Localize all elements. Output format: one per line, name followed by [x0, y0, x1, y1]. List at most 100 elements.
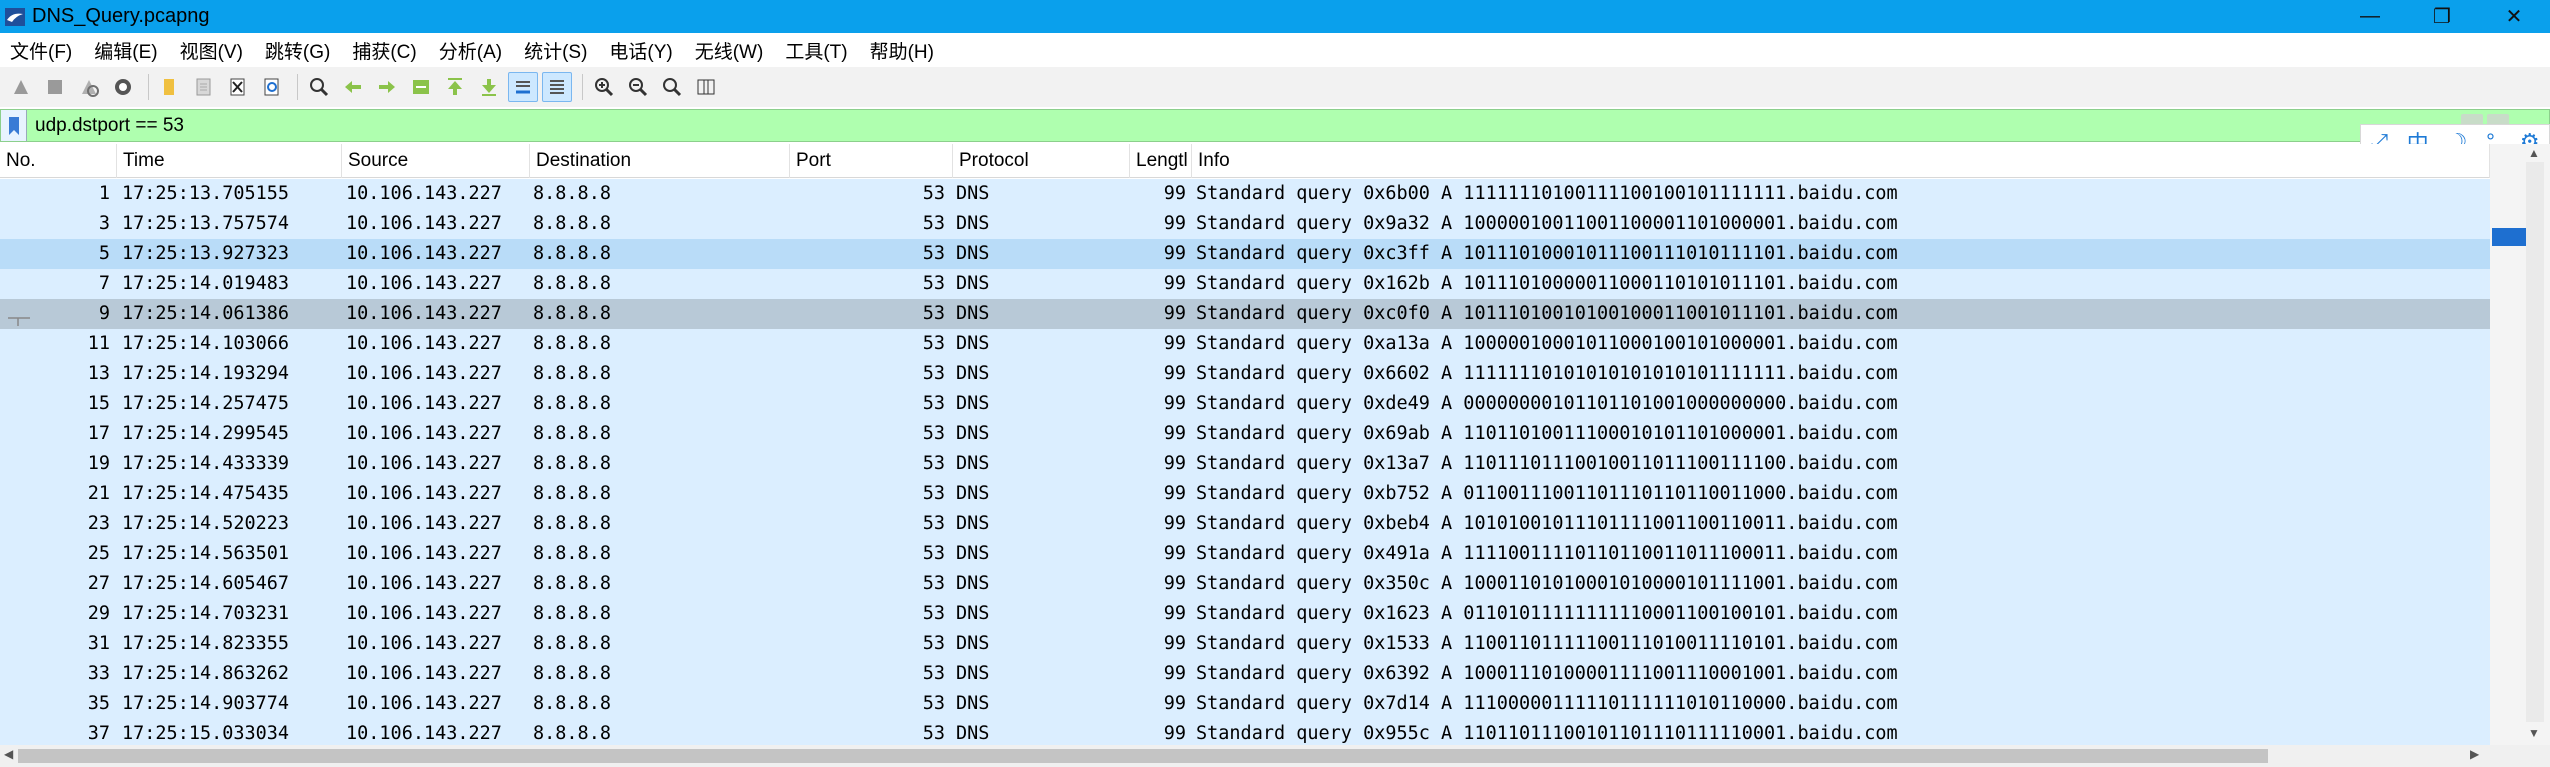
save-file-icon[interactable] [189, 72, 219, 102]
resize-columns-icon[interactable] [691, 72, 721, 102]
column-header-source[interactable]: Source [342, 144, 530, 178]
menu-file[interactable]: 文件(F) [10, 37, 72, 64]
packet-row[interactable]: 27 17:25:14.605467 10.106.143.227 8.8.8.8 53… [0, 569, 2490, 599]
filter-bookmark-icon[interactable] [1, 110, 27, 141]
go-forward-icon[interactable] [372, 72, 402, 102]
display-filter-input[interactable]: udp.dstport == 53 [35, 115, 184, 137]
cell-info: Standard query 0xb752 A 0110011100110111… [1196, 483, 1898, 504]
cell-source: 10.106.143.227 [346, 363, 502, 384]
menu-edit[interactable]: 编辑(E) [94, 37, 157, 64]
start-capture-icon[interactable] [6, 72, 36, 102]
menu-capture[interactable]: 捕获(C) [352, 37, 416, 64]
go-first-icon[interactable] [440, 72, 470, 102]
stop-capture-icon[interactable] [40, 72, 70, 102]
column-header-length[interactable]: Lengtl [1130, 144, 1192, 178]
cell-source: 10.106.143.227 [346, 633, 502, 654]
packet-row[interactable]: 1 17:25:13.705155 10.106.143.227 8.8.8.8 53 D… [0, 179, 2490, 209]
packet-row[interactable]: 3 17:25:13.757574 10.106.143.227 8.8.8.8 53 D… [0, 209, 2490, 239]
go-back-icon[interactable] [338, 72, 368, 102]
packet-row[interactable]: 35 17:25:14.903774 10.106.143.227 8.8.8.8 53… [0, 689, 2490, 719]
cell-protocol: DNS [956, 273, 990, 294]
cell-length: 99 [1163, 333, 1186, 354]
find-packet-icon[interactable] [304, 72, 334, 102]
minimize-button[interactable]: — [2334, 0, 2406, 33]
scroll-down-arrow-icon[interactable]: ▼ [2528, 726, 2540, 740]
close-file-icon[interactable] [223, 72, 253, 102]
packet-row[interactable]: 19 17:25:14.433339 10.106.143.227 8.8.8.8 53… [0, 449, 2490, 479]
cell-no: 37 [87, 723, 110, 744]
scroll-up-arrow-icon[interactable]: ▲ [2528, 146, 2540, 160]
scroll-track[interactable] [2526, 162, 2544, 722]
cell-time: 17:25:14.433339 [122, 453, 290, 474]
menu-view[interactable]: 视图(V) [180, 37, 243, 64]
go-to-packet-icon[interactable] [406, 72, 436, 102]
normal-size-icon[interactable] [657, 72, 687, 102]
open-file-icon[interactable] [155, 72, 185, 102]
cell-length: 99 [1163, 603, 1186, 624]
cell-destination: 8.8.8.8 [533, 513, 611, 534]
packet-row[interactable]: 23 17:25:14.520223 10.106.143.227 8.8.8.8 53… [0, 509, 2490, 539]
menu-help[interactable]: 帮助(H) [870, 37, 934, 64]
packet-list-vertical-scrollbar[interactable]: ▲ ▼ [2490, 144, 2550, 745]
menu-tools[interactable]: 工具(T) [785, 37, 847, 64]
cell-length: 99 [1163, 513, 1186, 534]
packet-row[interactable]: 31 17:25:14.823355 10.106.143.227 8.8.8.8 53… [0, 629, 2490, 659]
menu-wireless[interactable]: 无线(W) [695, 37, 764, 64]
packet-row[interactable]: 5 17:25:13.927323 10.106.143.227 8.8.8.8 53 D… [0, 239, 2490, 269]
packet-row[interactable]: 29 17:25:14.703231 10.106.143.227 8.8.8.8 53… [0, 599, 2490, 629]
packet-row[interactable]: 17 17:25:14.299545 10.106.143.227 8.8.8.8 53… [0, 419, 2490, 449]
maximize-button[interactable]: ❐ [2406, 0, 2478, 33]
packet-row[interactable]: 7 17:25:14.019483 10.106.143.227 8.8.8.8 53 D… [0, 269, 2490, 299]
column-header-info[interactable]: Info [1192, 144, 2490, 178]
restart-capture-icon[interactable] [74, 72, 104, 102]
go-last-icon[interactable] [474, 72, 504, 102]
auto-scroll-icon[interactable] [508, 72, 538, 102]
cell-info: Standard query 0x1623 A 0110101111111111… [1196, 603, 1898, 624]
column-header-port[interactable]: Port [790, 144, 953, 178]
horizontal-scroll-thumb[interactable] [18, 749, 2268, 763]
column-header-no[interactable]: No. [0, 144, 117, 178]
cell-port: 53 [922, 243, 945, 264]
packet-list-horizontal-scrollbar[interactable]: ◀ ▶ [0, 745, 2550, 767]
colorize-icon[interactable] [542, 72, 572, 102]
packet-row[interactable]: 33 17:25:14.863262 10.106.143.227 8.8.8.8 53… [0, 659, 2490, 689]
cell-protocol: DNS [956, 333, 990, 354]
column-header-protocol[interactable]: Protocol [953, 144, 1130, 178]
cell-protocol: DNS [956, 303, 990, 324]
menu-telephony[interactable]: 电话(Y) [609, 37, 672, 64]
packet-row[interactable]: 13 17:25:14.193294 10.106.143.227 8.8.8.8 53… [0, 359, 2490, 389]
cell-destination: 8.8.8.8 [533, 183, 611, 204]
scroll-right-arrow-icon[interactable]: ▶ [2470, 747, 2479, 761]
close-button[interactable]: ✕ [2478, 0, 2550, 33]
display-filter-bar[interactable]: udp.dstport == 53 [0, 109, 2550, 142]
packet-row[interactable]: 9 17:25:14.061386 10.106.143.227 8.8.8.8 53 D… [0, 299, 2490, 329]
menu-statistics[interactable]: 统计(S) [524, 37, 587, 64]
packet-row[interactable]: 15 17:25:14.257475 10.106.143.227 8.8.8.8 53… [0, 389, 2490, 419]
packet-row[interactable]: 21 17:25:14.475435 10.106.143.227 8.8.8.8 53… [0, 479, 2490, 509]
cell-time: 17:25:13.705155 [122, 183, 290, 204]
toolbar-separator [582, 74, 583, 100]
column-header-time[interactable]: Time [117, 144, 342, 178]
cell-protocol: DNS [956, 663, 990, 684]
scroll-left-arrow-icon[interactable]: ◀ [4, 747, 13, 761]
cell-destination: 8.8.8.8 [533, 363, 611, 384]
cell-port: 53 [922, 183, 945, 204]
cell-no: 7 [98, 273, 110, 294]
cell-time: 17:25:14.823355 [122, 633, 290, 654]
reload-file-icon[interactable] [257, 72, 287, 102]
cell-port: 53 [922, 303, 945, 324]
packet-row[interactable]: 37 17:25:15.033034 10.106.143.227 8.8.8.8 53… [0, 719, 2490, 745]
column-header-destination[interactable]: Destination [530, 144, 790, 178]
packet-row[interactable]: 25 17:25:14.563501 10.106.143.227 8.8.8.8 53… [0, 539, 2490, 569]
menu-analyze[interactable]: 分析(A) [439, 37, 502, 64]
cell-info: Standard query 0x162b A 1011101000001100… [1196, 273, 1898, 294]
packet-list[interactable]: 1 17:25:13.705155 10.106.143.227 8.8.8.8 53 D… [0, 179, 2490, 745]
zoom-out-icon[interactable] [623, 72, 653, 102]
menu-go[interactable]: 跳转(G) [265, 37, 330, 64]
capture-options-icon[interactable] [108, 72, 138, 102]
packet-row[interactable]: 11 17:25:14.103066 10.106.143.227 8.8.8.8 53… [0, 329, 2490, 359]
cell-info: Standard query 0x7d14 A 1110000011111011… [1196, 693, 1898, 714]
cell-length: 99 [1163, 273, 1186, 294]
cell-destination: 8.8.8.8 [533, 423, 611, 444]
zoom-in-icon[interactable] [589, 72, 619, 102]
